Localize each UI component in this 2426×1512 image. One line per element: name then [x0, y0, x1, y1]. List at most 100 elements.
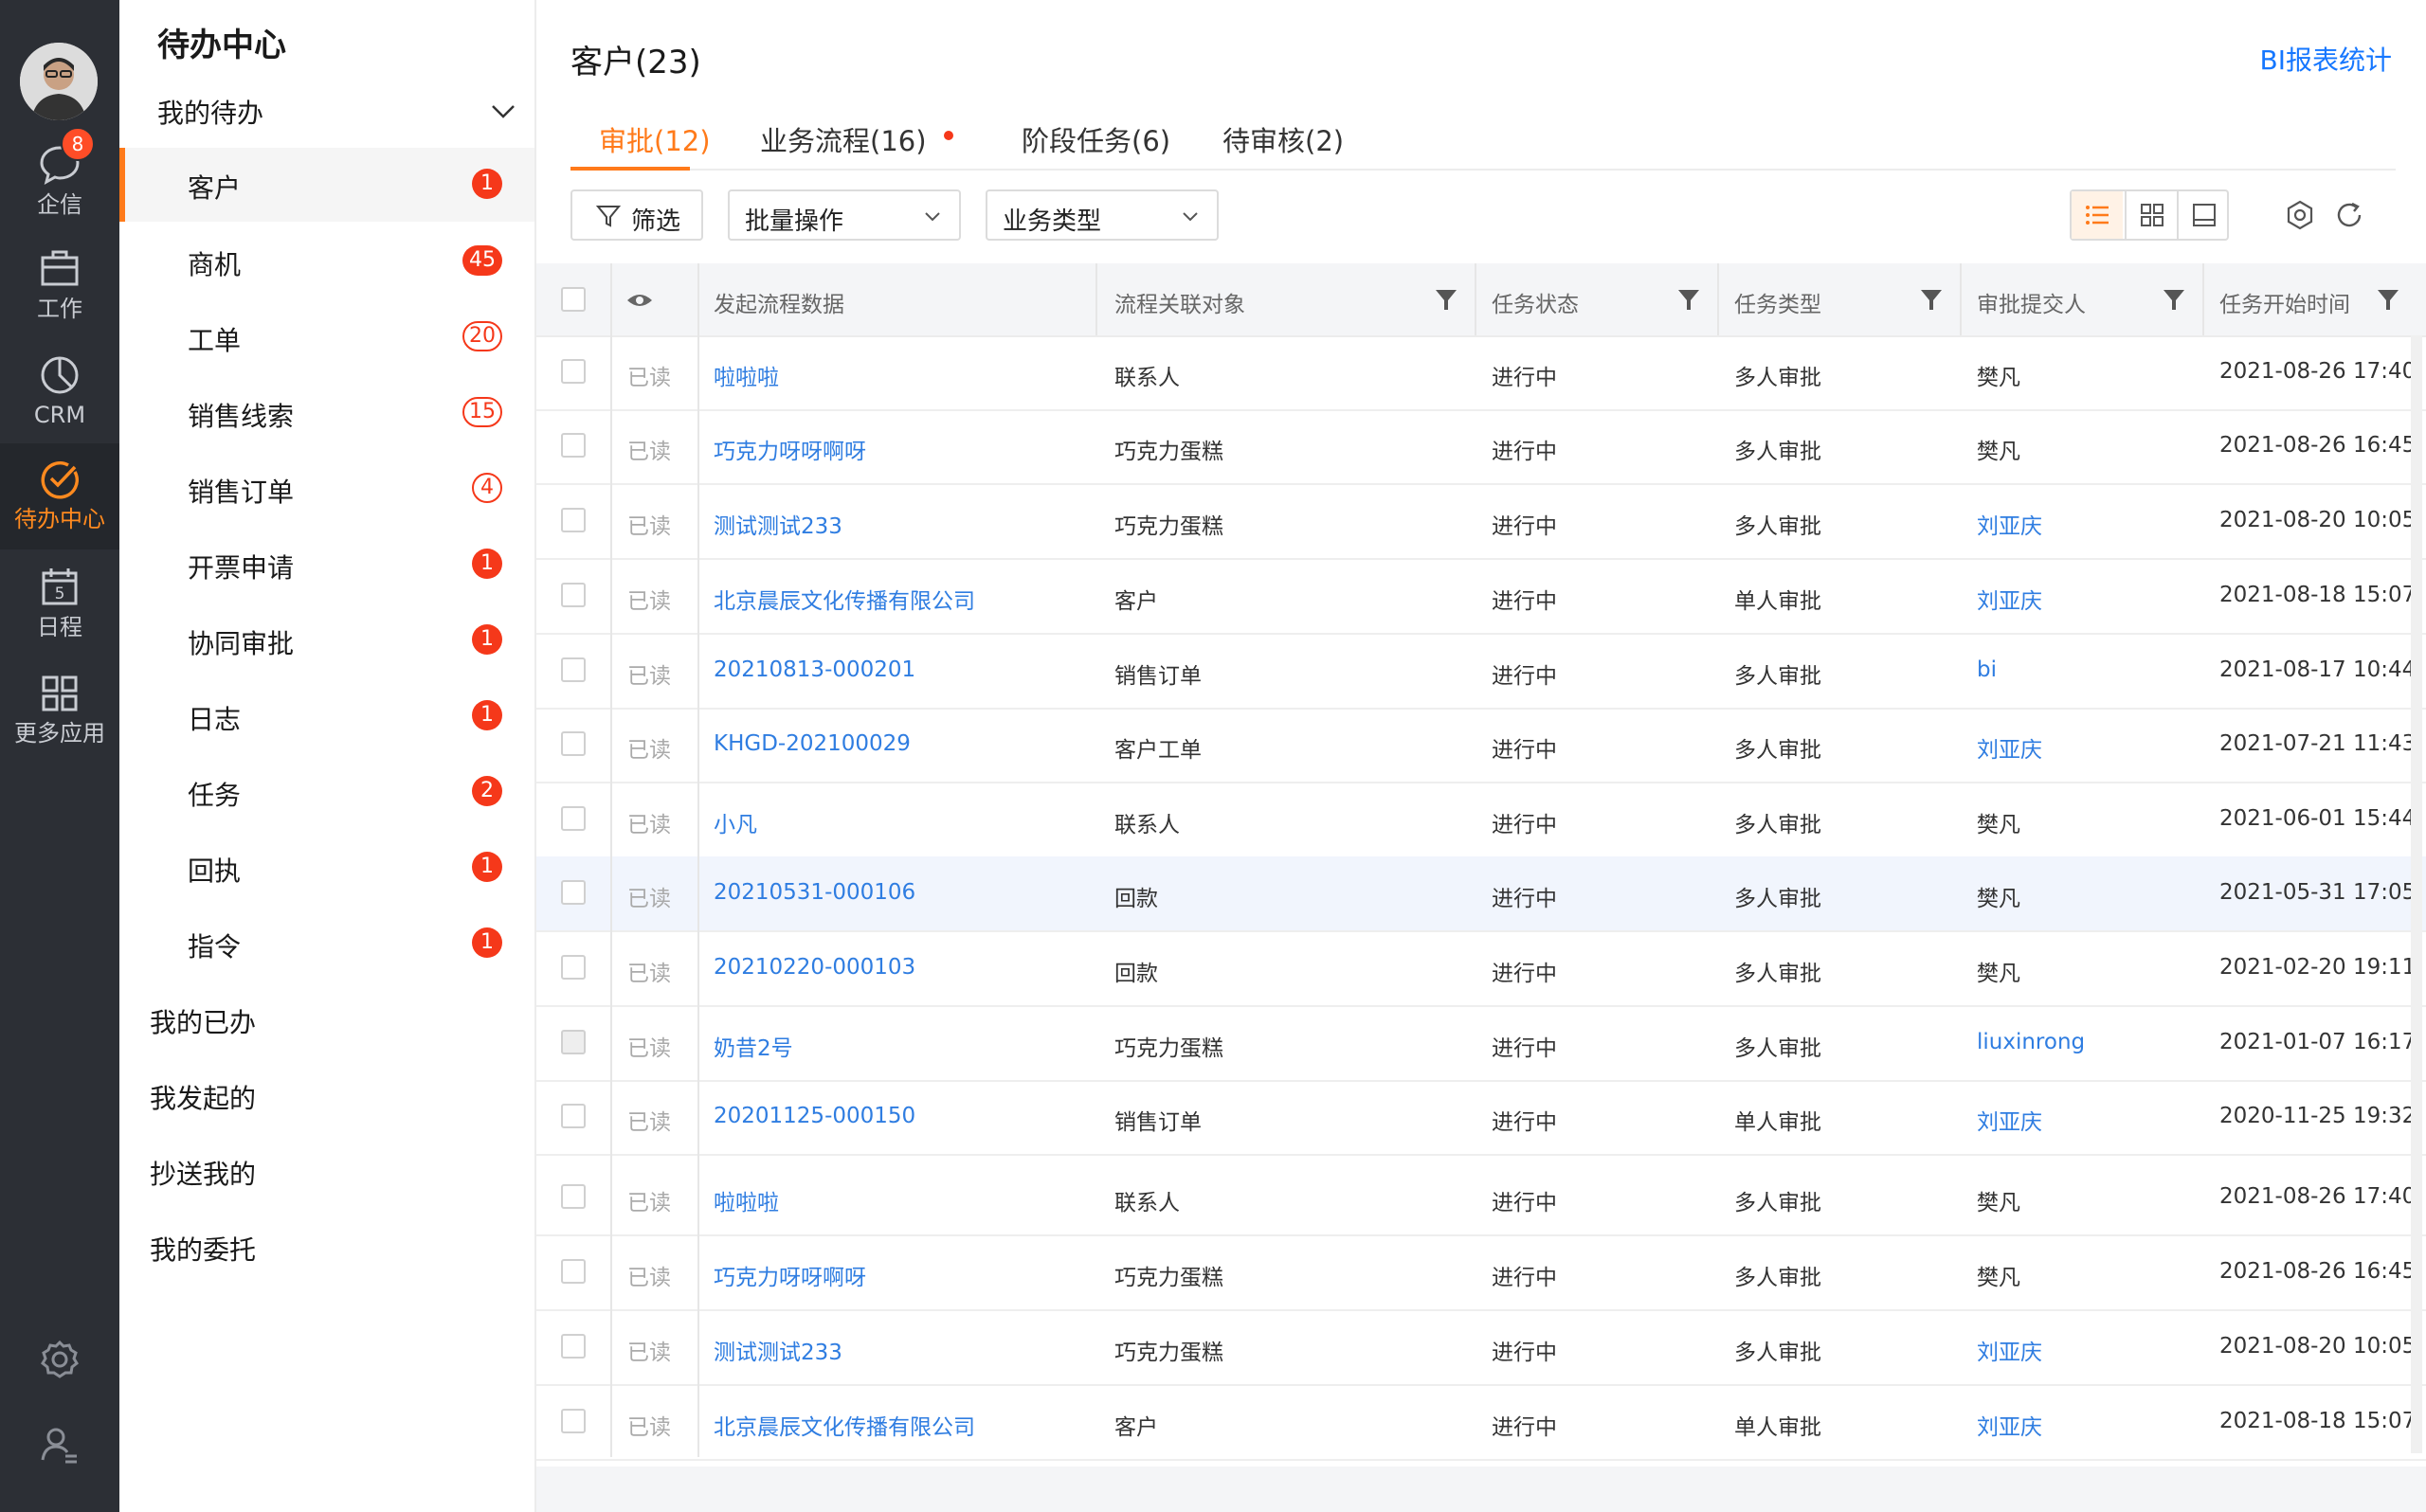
row-checkbox[interactable] [561, 657, 586, 682]
settings-hexagon-icon[interactable] [2284, 199, 2316, 231]
row-checkbox[interactable] [561, 955, 586, 980]
sidebar-link-done[interactable]: 我的已办 [150, 1002, 256, 1040]
table-row[interactable]: 已读 20210813-000201 销售订单 进行中 多人审批 bi 2021-08-17… [536, 634, 2426, 710]
cell-process-data[interactable]: 20210220-000103 [714, 955, 915, 980]
sidebar-item-sales-lead[interactable]: 销售线索 15 [119, 376, 534, 450]
cell-process-data[interactable]: 啦啦啦 [714, 1184, 779, 1216]
sidebar-item-sales-order[interactable]: 销售订单 4 [119, 452, 534, 526]
select-all-checkbox[interactable] [561, 287, 586, 312]
row-checkbox[interactable] [561, 1104, 586, 1128]
sidebar-item-customer[interactable]: 客户 1 [119, 148, 534, 222]
cell-process-data[interactable]: 小凡 [714, 806, 757, 838]
user-avatar[interactable] [20, 43, 98, 120]
table-row[interactable]: 已读 北京晨辰文化传播有限公司 客户 进行中 单人审批 刘亚庆 2021-08-18 15:… [536, 1385, 2426, 1461]
horizontal-scrollbar[interactable] [536, 1467, 2426, 1512]
cell-process-data[interactable]: 20210531-000106 [714, 880, 915, 905]
table-row[interactable]: 已读 啦啦啦 联系人 进行中 多人审批 樊凡 2021-08-26 17:40 [536, 1161, 2426, 1236]
sidebar-link-cc-me[interactable]: 抄送我的 [150, 1154, 256, 1192]
settings-button[interactable] [0, 1326, 119, 1393]
table-row[interactable]: 已读 奶昔2号 巧克力蛋糕 进行中 多人审批 liuxinrong 2021-01-07 1… [536, 1006, 2426, 1082]
tab-business-process[interactable]: 业务流程(16) [760, 119, 927, 159]
cell-submitter[interactable]: bi [1977, 657, 1997, 682]
row-checkbox[interactable] [561, 508, 586, 532]
row-checkbox[interactable] [561, 1184, 586, 1209]
table-row[interactable]: 已读 20210531-000106 回款 进行中 多人审批 樊凡 2021-05-31 1… [536, 856, 2426, 932]
cell-process-data[interactable]: 巧克力呀呀啊呀 [714, 433, 866, 465]
cell-process-data[interactable]: 巧克力呀呀啊呀 [714, 1259, 866, 1291]
table-row[interactable]: 已读 小凡 联系人 进行中 多人审批 樊凡 2021-06-01 15:44 [536, 783, 2426, 858]
vertical-scrollbar[interactable] [2411, 335, 2422, 1453]
rail-item-qixin[interactable]: 企信 8 [0, 127, 119, 229]
cell-process-data[interactable]: 测试测试233 [714, 508, 842, 540]
cell-process-data[interactable]: 测试测试233 [714, 1334, 842, 1366]
row-checkbox[interactable] [561, 1259, 586, 1284]
cell-submitter[interactable]: liuxinrong [1977, 1030, 2085, 1054]
sidebar-link-delegated[interactable]: 我的委托 [150, 1230, 256, 1268]
cell-process-data[interactable]: 20201125-000150 [714, 1104, 915, 1128]
business-type-select[interactable]: 业务类型 [986, 189, 1219, 241]
list-view-button[interactable] [2072, 191, 2123, 239]
filter-button[interactable]: 筛选 [570, 189, 703, 241]
cell-submitter[interactable]: 刘亚庆 [1977, 508, 2042, 540]
filter-icon[interactable] [1918, 286, 1945, 313]
cell-process-data[interactable]: 北京晨辰文化传播有限公司 [714, 583, 975, 615]
cell-submitter[interactable]: 刘亚庆 [1977, 731, 2042, 764]
table-row[interactable]: 已读 北京晨辰文化传播有限公司 客户 进行中 单人审批 刘亚庆 2021-08-18 15:… [536, 559, 2426, 635]
table-row[interactable]: 已读 测试测试233 巧克力蛋糕 进行中 多人审批 刘亚庆 2021-08-20 10:05 [536, 1310, 2426, 1386]
table-row[interactable]: 已读 测试测试233 巧克力蛋糕 进行中 多人审批 刘亚庆 2021-08-20 10:05 [536, 484, 2426, 560]
grid-view-button[interactable] [2125, 191, 2178, 239]
rail-item-schedule[interactable]: 5 日程 [0, 551, 119, 652]
sidebar-link-initiated[interactable]: 我发起的 [150, 1078, 256, 1116]
sidebar-item-collab-approval[interactable]: 协同审批 1 [119, 603, 534, 677]
batch-operation-select[interactable]: 批量操作 [728, 189, 961, 241]
table-row[interactable]: 已读 巧克力呀呀啊呀 巧克力蛋糕 进行中 多人审批 樊凡 2021-08-26 16:45 [536, 1235, 2426, 1311]
cell-submitter[interactable]: 刘亚庆 [1977, 1409, 2042, 1441]
filter-icon[interactable] [1675, 286, 1702, 313]
cell-submitter[interactable]: 刘亚庆 [1977, 1334, 2042, 1366]
table-row[interactable]: 已读 啦啦啦 联系人 进行中 多人审批 樊凡 2021-08-26 17:40 [536, 335, 2426, 411]
row-checkbox[interactable] [561, 433, 586, 458]
row-checkbox[interactable] [561, 1334, 586, 1359]
column-header-submitter: 审批提交人 [1977, 293, 2086, 317]
sidebar-item-task[interactable]: 任务 2 [119, 755, 534, 829]
cell-process-data[interactable]: KHGD-202100029 [714, 731, 911, 756]
cell-process-data[interactable]: 北京晨辰文化传播有限公司 [714, 1409, 975, 1441]
sidebar-item-invoice-request[interactable]: 开票申请 1 [119, 528, 534, 602]
sidebar-group-my-todo[interactable]: 我的待办 [157, 93, 517, 131]
rail-item-more-apps[interactable]: 更多应用 [0, 657, 119, 758]
user-settings-button[interactable] [0, 1412, 119, 1478]
tab-stage-task[interactable]: 阶段任务(6) [1022, 119, 1170, 159]
sidebar-item-work-order[interactable]: 工单 20 [119, 300, 534, 374]
card-view-button[interactable] [2177, 191, 2230, 239]
sidebar-item-instruction[interactable]: 指令 1 [119, 907, 534, 981]
rail-item-work[interactable]: 工作 [0, 233, 119, 333]
cell-submitter[interactable]: 刘亚庆 [1977, 583, 2042, 615]
row-checkbox[interactable] [561, 583, 586, 607]
rail-item-crm[interactable]: CRM [0, 339, 119, 440]
row-checkbox[interactable] [561, 880, 586, 905]
table-row[interactable]: 已读 20210220-000103 回款 进行中 多人审批 樊凡 2021-02-20 1… [536, 931, 2426, 1007]
rail-item-todo-center[interactable]: 待办中心 [0, 443, 119, 549]
cell-process-data[interactable]: 20210813-000201 [714, 657, 915, 682]
tab-approval[interactable]: 审批(12) [599, 119, 711, 159]
table-row[interactable]: 已读 20201125-000150 销售订单 进行中 单人审批 刘亚庆 2020-11-2… [536, 1080, 2426, 1156]
filter-icon[interactable] [1433, 286, 1459, 313]
tab-pending-review[interactable]: 待审核(2) [1222, 119, 1344, 159]
table-row[interactable]: 已读 巧克力呀呀啊呀 巧克力蛋糕 进行中 多人审批 樊凡 2021-08-26 16:45 [536, 409, 2426, 485]
filter-icon[interactable] [2161, 286, 2187, 313]
row-checkbox[interactable] [561, 806, 586, 831]
row-checkbox[interactable] [561, 731, 586, 756]
cell-submitter[interactable]: 刘亚庆 [1977, 1104, 2042, 1136]
row-checkbox[interactable] [561, 1030, 586, 1054]
cell-process-data[interactable]: 啦啦啦 [714, 359, 779, 391]
filter-icon[interactable] [2375, 286, 2401, 313]
row-checkbox[interactable] [561, 359, 586, 384]
sidebar-item-receipt[interactable]: 回执 1 [119, 831, 534, 905]
table-row[interactable]: 已读 KHGD-202100029 客户工单 进行中 多人审批 刘亚庆 2021-07-21… [536, 708, 2426, 783]
refresh-icon[interactable] [2333, 199, 2365, 231]
bi-report-link[interactable]: BI报表统计 [2260, 40, 2392, 78]
sidebar-item-log[interactable]: 日志 1 [119, 679, 534, 753]
cell-process-data[interactable]: 奶昔2号 [714, 1030, 793, 1062]
row-checkbox[interactable] [561, 1409, 586, 1433]
sidebar-item-opportunity[interactable]: 商机 45 [119, 225, 534, 298]
